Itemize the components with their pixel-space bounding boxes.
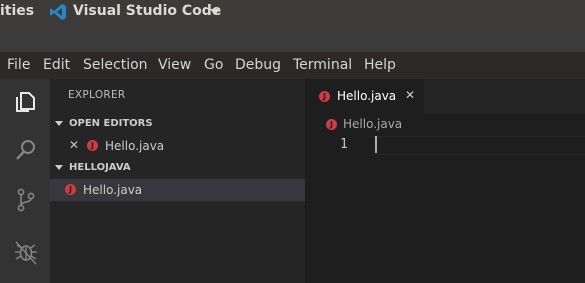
vscode-window: ities Visual Studio Code File Edit Selec…	[0, 0, 585, 283]
menu-selection[interactable]: Selection	[83, 57, 148, 73]
open-editors-label: OPEN EDITORS	[69, 118, 153, 129]
chevron-down-icon	[55, 165, 63, 170]
breadcrumb: J Hello.java	[305, 114, 585, 136]
tab-hello-java[interactable]: J Hello.java ✕	[305, 79, 424, 114]
activity-bar	[0, 79, 50, 283]
vscode-logo-icon	[50, 4, 66, 20]
menu-view[interactable]: View	[158, 57, 191, 73]
text-cursor[interactable]	[375, 136, 377, 153]
tab-strip: J Hello.java ✕	[305, 79, 585, 114]
breadcrumb-item[interactable]: Hello.java	[343, 117, 402, 131]
java-file-icon: J	[319, 91, 330, 102]
window-title-bar[interactable]	[0, 24, 585, 52]
folder-header-hellojava[interactable]: HELLOJAVA	[50, 157, 305, 179]
open-editor-filename: Hello.java	[105, 139, 165, 153]
debug-icon[interactable]	[13, 239, 39, 265]
folder-filename: Hello.java	[83, 183, 143, 197]
java-file-icon: J	[326, 119, 337, 130]
source-control-icon[interactable]	[13, 187, 39, 213]
tab-label: Hello.java	[337, 89, 397, 103]
menu-bar: File Edit Selection View Go Debug Termin…	[0, 52, 585, 79]
menu-terminal[interactable]: Terminal	[293, 57, 352, 73]
close-icon[interactable]: ✕	[69, 138, 79, 152]
sidebar-title: EXPLORER	[68, 89, 126, 101]
ubuntu-top-bar: ities Visual Studio Code	[0, 0, 585, 24]
app-menu-button[interactable]: Visual Studio Code	[73, 3, 221, 19]
search-icon[interactable]	[13, 137, 39, 163]
menu-go[interactable]: Go	[204, 57, 223, 73]
menu-debug[interactable]: Debug	[235, 57, 281, 73]
menu-file[interactable]: File	[7, 57, 30, 73]
open-editor-item[interactable]: ✕ J Hello.java	[50, 135, 305, 157]
current-line-highlight	[373, 136, 585, 155]
folder-label: HELLOJAVA	[69, 162, 131, 173]
line-number: 1	[340, 137, 348, 152]
open-editors-header[interactable]: OPEN EDITORS	[50, 113, 305, 135]
java-file-icon: J	[87, 140, 98, 151]
menu-help[interactable]: Help	[364, 57, 396, 73]
java-file-icon: J	[65, 184, 76, 195]
folder-file-item[interactable]: J Hello.java	[50, 179, 305, 201]
editor-area: J Hello.java ✕ J Hello.java 1	[305, 79, 585, 283]
explorer-icon[interactable]	[13, 89, 39, 115]
menu-edit[interactable]: Edit	[43, 57, 70, 73]
close-icon[interactable]: ✕	[405, 88, 415, 102]
chevron-down-icon[interactable]	[210, 9, 220, 15]
chevron-down-icon	[55, 121, 63, 126]
explorer-sidebar: EXPLORER OPEN EDITORS ✕ J Hello.java HEL…	[50, 79, 305, 283]
activities-button[interactable]: ities	[0, 3, 34, 19]
